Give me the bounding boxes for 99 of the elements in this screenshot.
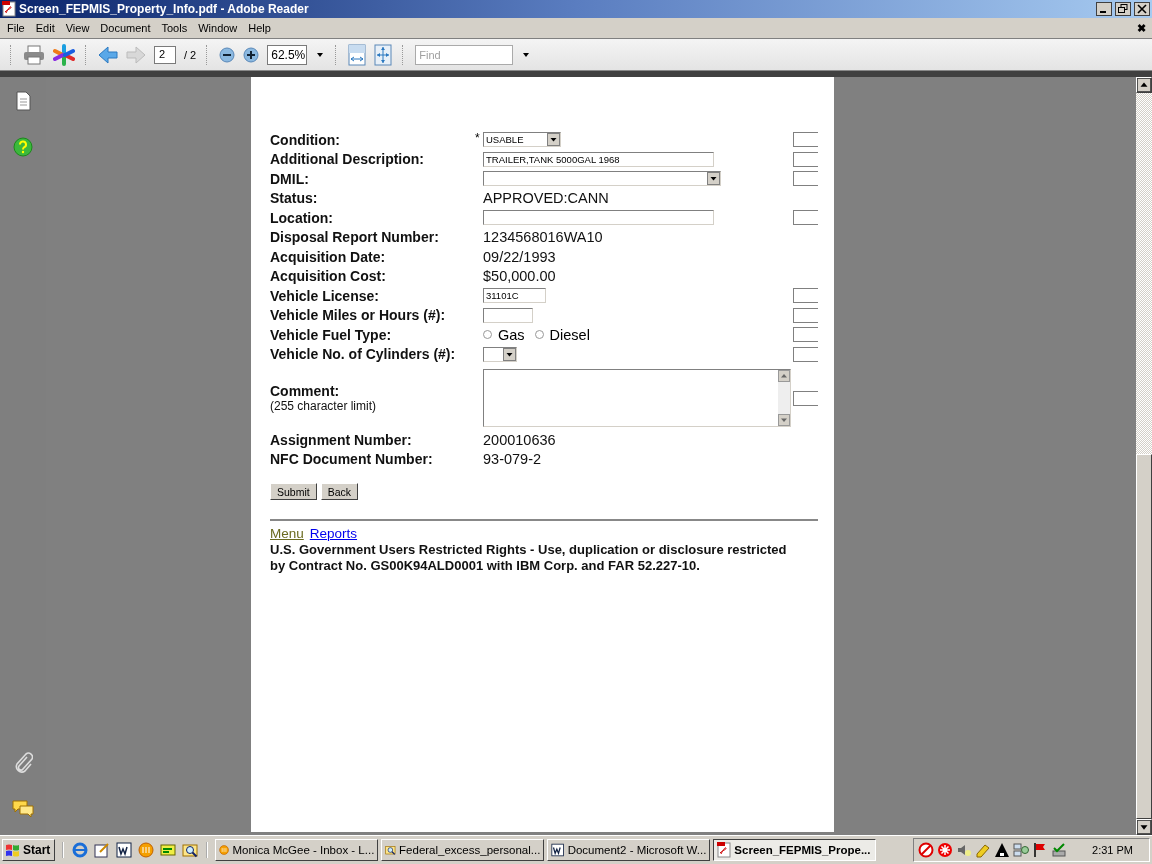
- pages-icon[interactable]: [14, 91, 32, 111]
- menu-item[interactable]: Help: [243, 22, 277, 34]
- zoom-out-icon[interactable]: [219, 46, 236, 63]
- mail-client-icon: [219, 842, 230, 858]
- menu-item[interactable]: View: [60, 22, 96, 34]
- browser-icon[interactable]: [72, 842, 89, 858]
- clock-time: 2:31 PM: [1092, 844, 1133, 856]
- required-marker: *: [475, 131, 481, 145]
- field-label: Comment:: [270, 383, 341, 399]
- no-entry-icon[interactable]: [918, 842, 935, 858]
- field-label: Vehicle No. of Cylinders (#):: [270, 346, 457, 363]
- footer-link[interactable]: Reports: [309, 526, 358, 541]
- field-label: Vehicle Miles or Hours (#):: [270, 307, 447, 324]
- radio-button[interactable]: [534, 330, 544, 340]
- minimize-icon[interactable]: [1096, 2, 1112, 16]
- scroll-up-icon[interactable]: [1136, 77, 1152, 93]
- text-field[interactable]: [793, 288, 818, 304]
- find-field[interactable]: Find: [415, 44, 514, 65]
- close-document-button[interactable]: ✖: [1131, 21, 1152, 35]
- text-field[interactable]: [793, 151, 818, 167]
- menu-item[interactable]: Document: [95, 22, 157, 34]
- page-number-field[interactable]: 2: [154, 45, 176, 64]
- burst-icon[interactable]: [937, 842, 954, 858]
- text-field[interactable]: [793, 327, 818, 343]
- text-field[interactable]: [793, 307, 818, 323]
- scrollbar-thumb[interactable]: [1136, 454, 1152, 819]
- text-field[interactable]: 31101C: [483, 288, 546, 304]
- taskbar-button[interactable]: Screen_FEPMIS_Prope...: [713, 839, 877, 861]
- option-label: Diesel: [549, 326, 590, 343]
- paperclip-icon[interactable]: [13, 751, 33, 773]
- magnifier-icon[interactable]: [182, 842, 199, 858]
- triangle-icon[interactable]: [994, 842, 1011, 858]
- window-title: Screen_FEPMIS_Property_Info.pdf - Adobe Reader: [19, 2, 310, 16]
- windows-logo-icon: [5, 843, 21, 857]
- field-label: Vehicle Fuel Type:: [270, 326, 393, 343]
- start-button[interactable]: Start: [2, 839, 56, 861]
- comments-icon[interactable]: [12, 799, 34, 817]
- close-icon[interactable]: [1134, 2, 1150, 16]
- page-total: / 2: [184, 48, 197, 61]
- field-value: APPROVED:CANN: [483, 190, 609, 207]
- field-label: Additional Description:: [270, 151, 425, 168]
- fit-width-icon[interactable]: [348, 43, 367, 66]
- menu-item[interactable]: File: [2, 22, 31, 34]
- fit-page-icon[interactable]: [374, 43, 393, 66]
- text-field[interactable]: [793, 346, 818, 362]
- dropdown-field[interactable]: USABLE: [483, 132, 561, 148]
- option-label: Gas: [498, 326, 525, 343]
- text-field[interactable]: [793, 171, 818, 187]
- field-label: Acquisition Cost:: [270, 268, 387, 285]
- text-field[interactable]: [793, 132, 818, 148]
- mail-client-icon[interactable]: [138, 842, 155, 858]
- document-icon[interactable]: [116, 842, 133, 858]
- field-value: 09/22/1993: [483, 248, 556, 265]
- pdf-file-icon: [2, 1, 16, 17]
- field-value: $50,000.00: [483, 268, 556, 285]
- text-field[interactable]: TRAILER,TANK 5000GAL 1968: [483, 151, 714, 167]
- document-icon: [551, 842, 565, 858]
- form-button[interactable]: Back: [320, 483, 359, 500]
- radio-button[interactable]: [483, 330, 492, 340]
- scroll-down-icon[interactable]: [1136, 819, 1152, 835]
- menu-item[interactable]: Tools: [156, 22, 194, 34]
- field-label: Vehicle License:: [270, 287, 380, 304]
- menu-item[interactable]: Edit: [30, 22, 61, 34]
- taskbar-button[interactable]: Document2 - Microsoft W...: [547, 839, 711, 861]
- form-button[interactable]: Submit: [270, 483, 317, 500]
- print-icon[interactable]: [23, 44, 45, 65]
- text-field[interactable]: [793, 390, 818, 406]
- footer-link[interactable]: Menu: [270, 526, 304, 541]
- taskbar-button[interactable]: Federal_excess_personal...: [381, 839, 545, 861]
- field-note: (255 character limit): [270, 399, 378, 413]
- field-value: 93-079-2: [483, 451, 542, 468]
- field-label: Condition:: [270, 131, 341, 148]
- field-label: NFC Document Number:: [270, 451, 434, 468]
- text-field[interactable]: [483, 210, 714, 226]
- field-label: DMIL:: [270, 170, 310, 187]
- text-field[interactable]: [793, 210, 818, 226]
- zoom-in-icon[interactable]: [243, 46, 260, 63]
- rights-notice: U.S. Government Users Restricted Rights - Use, duplication or disclosure restricted by Contract No. GS00K94ALD0001 with IBM Corp. and FAR 52.227-10.: [270, 542, 788, 574]
- zoom-field[interactable]: 62.5%: [267, 44, 308, 65]
- notepad-icon[interactable]: [94, 842, 111, 858]
- restore-icon[interactable]: [1115, 2, 1131, 16]
- field-value: 1234568016WA10: [483, 229, 603, 246]
- help-icon[interactable]: [13, 137, 33, 157]
- menu-item[interactable]: Window: [193, 22, 244, 34]
- field-label: Assignment Number:: [270, 431, 413, 448]
- left-arrow-icon[interactable]: [98, 45, 118, 64]
- star-logo-icon[interactable]: [53, 43, 75, 66]
- field-label: Acquisition Date:: [270, 248, 387, 265]
- network-icon[interactable]: [1013, 842, 1030, 858]
- pdf-file-icon: [717, 842, 732, 858]
- speaker-icon[interactable]: [956, 842, 973, 858]
- field-label: Status:: [270, 190, 319, 207]
- text-field[interactable]: [483, 307, 533, 323]
- taskbar-button[interactable]: Monica McGee - Inbox - L...: [215, 839, 379, 861]
- field-label: Location:: [270, 209, 334, 226]
- dropdown-field[interactable]: [483, 171, 721, 187]
- field-label: Disposal Report Number:: [270, 229, 440, 246]
- field-value: 200010636: [483, 431, 556, 448]
- dropdown-field[interactable]: [483, 346, 517, 362]
